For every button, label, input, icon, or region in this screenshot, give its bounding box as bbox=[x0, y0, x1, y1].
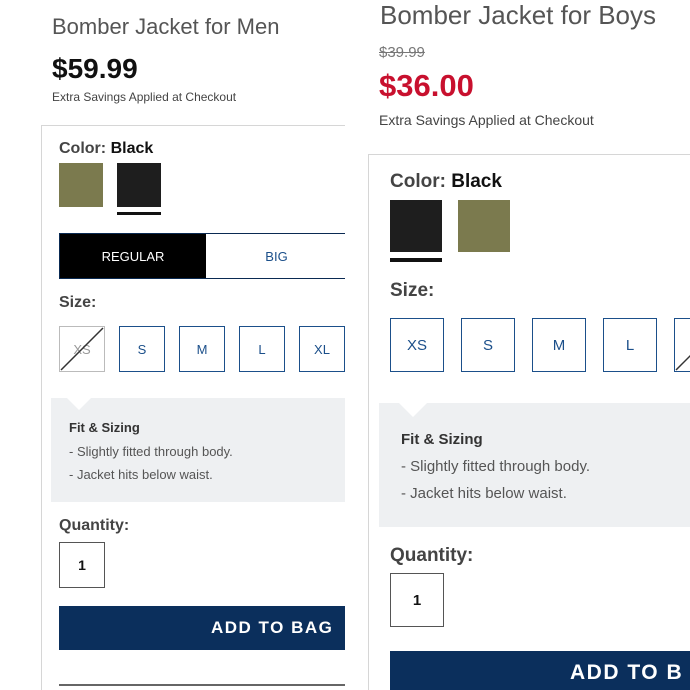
fit-sizing-box: Fit & Sizing - Slightly fitted through b… bbox=[379, 403, 690, 527]
selected-swatch-indicator bbox=[390, 258, 442, 262]
product-title: Bomber Jacket for Men bbox=[52, 14, 280, 39]
size-xs-button[interactable]: XS bbox=[59, 326, 105, 372]
savings-note: Extra Savings Applied at Checkout bbox=[52, 90, 237, 104]
swatch-olive[interactable] bbox=[458, 200, 510, 252]
fit-point: - Jacket hits below waist. bbox=[401, 485, 567, 502]
size-m-button[interactable]: M bbox=[179, 326, 225, 372]
size-xl-button[interactable]: XL bbox=[299, 326, 345, 372]
size-l-button[interactable]: L bbox=[239, 326, 285, 372]
sale-price: $36.00 bbox=[379, 68, 474, 103]
color-value: Black bbox=[110, 140, 154, 157]
fit-sizing-box: Fit & Sizing - Slightly fitted through b… bbox=[51, 398, 345, 502]
swatch-black[interactable] bbox=[390, 200, 442, 252]
unavailable-slash-icon bbox=[675, 354, 690, 371]
selected-swatch-indicator bbox=[117, 212, 161, 215]
unavailable-slash-icon bbox=[60, 327, 104, 371]
fitbox-notch bbox=[67, 398, 91, 410]
product-options-card: Color: Black Size: XS S M L Fit & Sizing… bbox=[368, 154, 690, 690]
tab-big[interactable]: BIG bbox=[206, 234, 345, 278]
quantity-label: Quantity: bbox=[59, 517, 130, 534]
swatch-black[interactable] bbox=[117, 163, 161, 207]
savings-note: Extra Savings Applied at Checkout bbox=[379, 112, 594, 128]
quantity-label: Quantity: bbox=[390, 545, 474, 566]
size-xs-button[interactable]: XS bbox=[390, 318, 444, 372]
add-to-bag-button[interactable]: ADD TO B bbox=[390, 651, 690, 690]
size-m-button[interactable]: M bbox=[532, 318, 586, 372]
size-s-button[interactable]: S bbox=[461, 318, 515, 372]
size-s-button[interactable]: S bbox=[119, 326, 165, 372]
size-label: Size: bbox=[59, 294, 97, 311]
fit-point: - Jacket hits below waist. bbox=[69, 467, 213, 482]
fit-title: Fit & Sizing bbox=[69, 420, 140, 435]
size-l-button[interactable]: L bbox=[603, 318, 657, 372]
men-product-panel: Bomber Jacket for Men $59.99 Extra Savin… bbox=[0, 0, 345, 690]
fit-tabs: REGULAR BIG bbox=[59, 233, 345, 279]
original-price: $39.99 bbox=[379, 44, 425, 61]
boys-product-panel: Bomber Jacket for Boys $39.99 $36.00 Ext… bbox=[345, 0, 690, 690]
product-title: Bomber Jacket for Boys bbox=[380, 0, 656, 30]
fit-point: - Slightly fitted through body. bbox=[69, 444, 233, 459]
fit-point: - Slightly fitted through body. bbox=[401, 458, 590, 475]
tab-regular[interactable]: REGULAR bbox=[60, 234, 206, 278]
fit-title: Fit & Sizing bbox=[401, 431, 483, 448]
size-label: Size: bbox=[390, 280, 435, 301]
quantity-input[interactable]: 1 bbox=[59, 542, 105, 588]
size-xl-button[interactable] bbox=[674, 318, 690, 372]
section-divider bbox=[59, 684, 345, 686]
product-price: $59.99 bbox=[52, 53, 138, 84]
add-to-bag-button[interactable]: ADD TO BAG bbox=[59, 606, 345, 650]
product-options-card: Color: Black REGULAR BIG Size: XS S M L … bbox=[41, 125, 345, 690]
color-value: Black bbox=[451, 171, 502, 192]
color-label: Color: Black bbox=[390, 171, 502, 192]
color-label: Color: Black bbox=[59, 140, 154, 157]
fitbox-notch bbox=[399, 403, 427, 417]
swatch-olive[interactable] bbox=[59, 163, 103, 207]
quantity-input[interactable]: 1 bbox=[390, 573, 444, 627]
